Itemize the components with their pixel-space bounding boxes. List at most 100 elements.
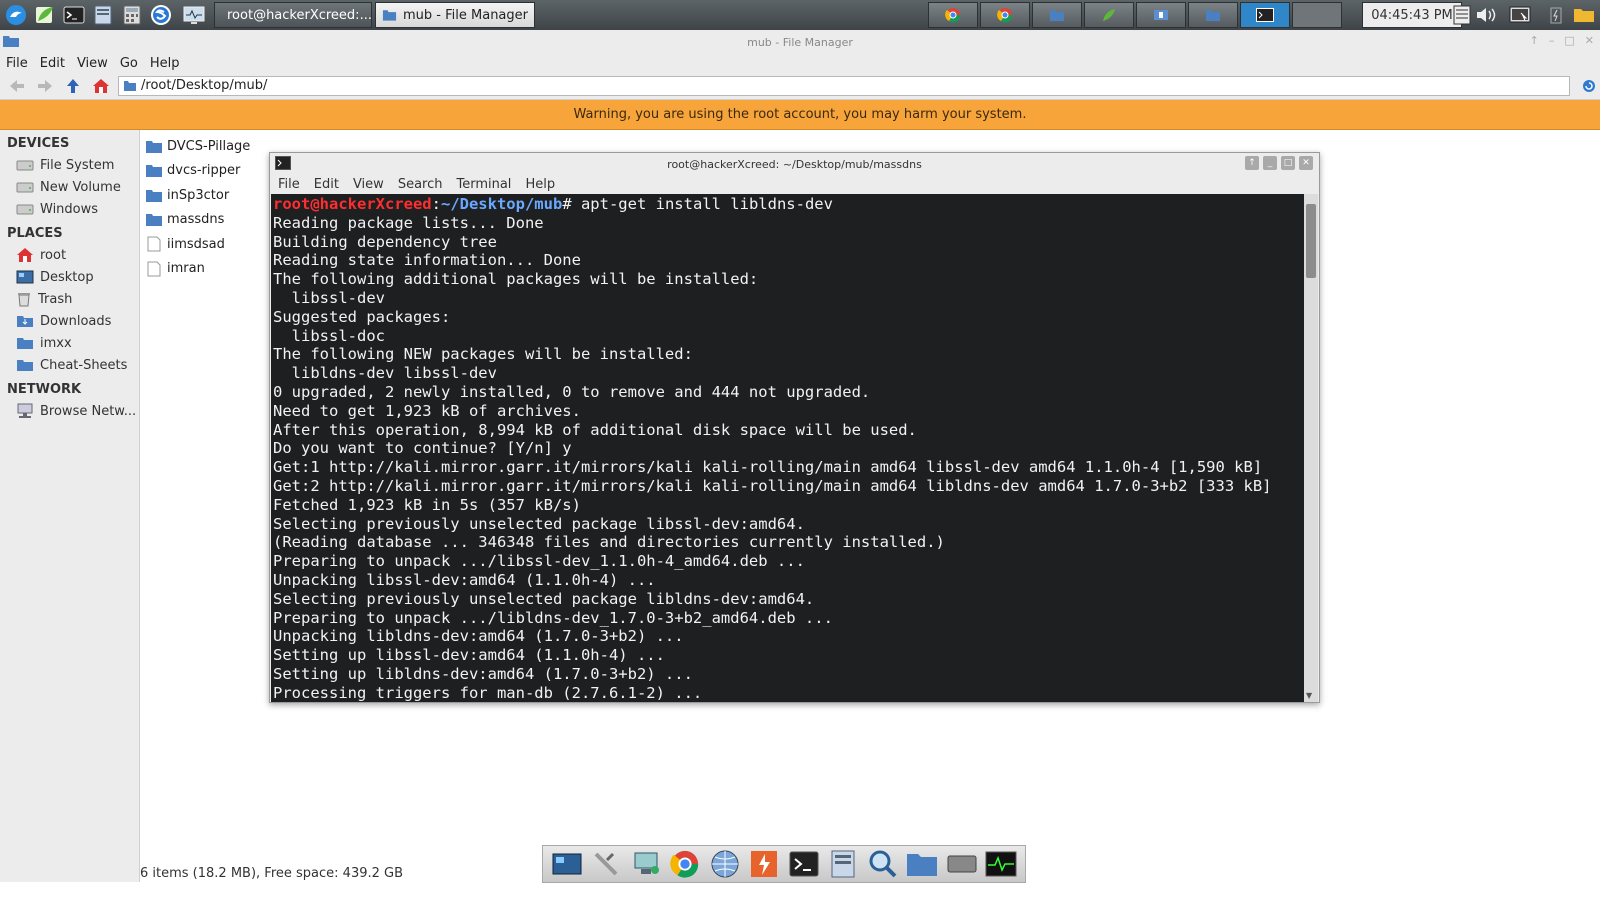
task-terminal[interactable]: root@hackerXcreed:... xyxy=(214,2,372,28)
sidebar-item-browse-network[interactable]: Browse Netw... xyxy=(0,400,139,422)
menu-edit[interactable]: Edit xyxy=(314,177,339,192)
leafpad-icon[interactable] xyxy=(32,3,58,27)
folder-icon[interactable] xyxy=(1188,2,1238,28)
keep-above-button[interactable]: ↑ xyxy=(1245,156,1259,170)
close-button[interactable]: ✕ xyxy=(1585,34,1594,47)
reload-button[interactable] xyxy=(1578,75,1600,97)
back-button[interactable] xyxy=(6,75,28,97)
system-monitor-icon[interactable] xyxy=(983,847,1019,881)
address-bar[interactable]: /root/Desktop/mub/ xyxy=(118,75,1570,96)
terminal-icon[interactable] xyxy=(1240,2,1290,28)
menubar: File Edit View Go Help xyxy=(0,54,1600,72)
terminal-icon[interactable] xyxy=(61,3,87,27)
sidebar-item-label: root xyxy=(40,247,67,263)
file-name: massdns xyxy=(167,212,225,228)
leafpad-icon[interactable] xyxy=(1084,2,1134,28)
volume-icon[interactable] xyxy=(1474,3,1498,27)
menu-go[interactable]: Go xyxy=(120,56,138,71)
window-title: mub - File Manager xyxy=(747,35,853,49)
list-item[interactable]: iimsdsad xyxy=(142,232,282,257)
terminal-output[interactable]: root@hackerXcreed:~/Desktop/mub# apt-get… xyxy=(271,194,1306,702)
display-icon[interactable] xyxy=(1508,3,1532,27)
sidebar-item-root[interactable]: root xyxy=(0,244,139,266)
sidebar-item-desktop[interactable]: Desktop xyxy=(0,266,139,288)
list-item[interactable]: massdns xyxy=(142,208,282,233)
system-monitor-icon[interactable] xyxy=(177,3,211,27)
list-item[interactable]: DVCS-Pillage xyxy=(142,134,282,159)
chrome-icon[interactable] xyxy=(667,847,703,881)
menu-file[interactable]: File xyxy=(6,56,28,71)
folder-icon[interactable] xyxy=(904,847,940,881)
sidebar-item-downloads[interactable]: Downloads xyxy=(0,310,139,332)
sidebar-item-windows[interactable]: Windows xyxy=(0,198,139,220)
network-monitor-icon[interactable] xyxy=(1450,3,1474,27)
menu-help[interactable]: Help xyxy=(150,56,180,71)
power-icon[interactable] xyxy=(1544,3,1568,27)
file-list: DVCS-Pillage dvcs-ripper inSp3ctor massd… xyxy=(142,134,282,281)
terminal-line: After this operation, 8,994 kB of additi… xyxy=(273,420,917,439)
menu-view[interactable]: View xyxy=(77,56,108,71)
close-button[interactable]: ✕ xyxy=(1299,156,1313,170)
sidebar-item-imxx[interactable]: imxx xyxy=(0,332,139,354)
calculator-icon[interactable] xyxy=(119,3,145,27)
folder-icon xyxy=(146,214,162,227)
menu-file[interactable]: File xyxy=(278,177,300,192)
skype-icon[interactable] xyxy=(148,3,174,27)
terminal-scrollbar[interactable]: ▼ xyxy=(1304,194,1318,702)
sidebar-item-cheat-sheets[interactable]: Cheat-Sheets xyxy=(0,354,139,376)
terminal-menubar: File Edit View Search Terminal Help xyxy=(270,175,1319,193)
file-manager-icon[interactable] xyxy=(90,3,116,27)
scrollbar-thumb[interactable] xyxy=(1306,204,1316,278)
chrome-icon[interactable] xyxy=(980,2,1030,28)
kali-menu-icon[interactable] xyxy=(3,3,29,27)
minimize-button[interactable]: _ xyxy=(1263,156,1277,170)
maximize-button[interactable]: □ xyxy=(1564,34,1574,47)
menu-help[interactable]: Help xyxy=(525,177,555,192)
file-name: imran xyxy=(167,261,205,277)
burpsuite-icon[interactable] xyxy=(746,847,782,881)
drive-icon[interactable] xyxy=(944,847,980,881)
folder-icon[interactable] xyxy=(1032,2,1082,28)
terminal-line: Preparing to unpack .../libssl-dev_1.1.0… xyxy=(273,552,805,571)
sidebar-item-label: Downloads xyxy=(40,313,112,329)
files-icon[interactable] xyxy=(825,847,861,881)
maximize-button[interactable]: □ xyxy=(1281,156,1295,170)
up-button[interactable] xyxy=(62,75,84,97)
scroll-down-icon[interactable]: ▼ xyxy=(1306,691,1312,700)
task-file-manager[interactable]: mub - File Manager xyxy=(375,2,535,28)
folder-icon[interactable] xyxy=(1572,3,1596,27)
sidebar-item-label: Desktop xyxy=(40,269,94,285)
workspace-icon[interactable] xyxy=(549,847,585,881)
forward-button[interactable] xyxy=(34,75,56,97)
network-icon[interactable] xyxy=(628,847,664,881)
list-item[interactable]: inSp3ctor xyxy=(142,183,282,208)
clock[interactable]: 04:45:43 PM xyxy=(1362,2,1462,28)
chrome-icon[interactable] xyxy=(928,2,978,28)
sidebar-item-new-volume[interactable]: New Volume xyxy=(0,176,139,198)
sidebar-item-file-system[interactable]: File System xyxy=(0,154,139,176)
terminal-titlebar[interactable]: root@hackerXcreed: ~/Desktop/mub/massdns… xyxy=(270,153,1319,175)
search-icon[interactable] xyxy=(865,847,901,881)
minimize-button[interactable]: – xyxy=(1549,34,1555,47)
app-icon[interactable] xyxy=(1136,2,1186,28)
keep-above-button[interactable]: ↑ xyxy=(1530,34,1539,47)
sidebar-item-label: New Volume xyxy=(40,179,121,195)
file-name: inSp3ctor xyxy=(167,187,230,203)
refresh-icon xyxy=(1583,79,1595,92)
tools-icon[interactable] xyxy=(588,847,624,881)
menu-terminal[interactable]: Terminal xyxy=(456,177,511,192)
list-item[interactable]: dvcs-ripper xyxy=(142,159,282,184)
menu-view[interactable]: View xyxy=(353,177,384,192)
home-button[interactable] xyxy=(90,75,112,97)
terminal-icon[interactable] xyxy=(786,847,822,881)
folder-icon xyxy=(17,338,33,349)
menu-search[interactable]: Search xyxy=(398,177,443,192)
menu-edit[interactable]: Edit xyxy=(40,56,65,71)
sidebar-item-label: imxx xyxy=(40,335,72,351)
sidebar-item-trash[interactable]: Trash xyxy=(0,288,139,310)
places-heading: PLACES xyxy=(7,225,63,241)
window-titlebar[interactable]: mub - File Manager ↑ – □ ✕ xyxy=(0,30,1600,54)
terminal-line: Get:2 http://kali.mirror.garr.it/mirrors… xyxy=(273,476,1272,495)
browser-icon[interactable] xyxy=(707,847,743,881)
list-item[interactable]: imran xyxy=(142,257,282,282)
